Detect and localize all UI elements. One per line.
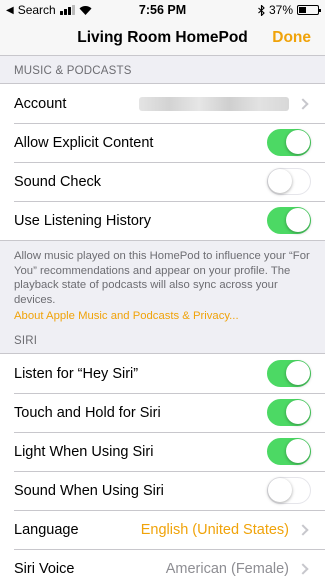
music-settings-group: Account Allow Explicit Content Sound Che…: [0, 83, 325, 241]
page-title: Living Room HomePod: [77, 28, 248, 46]
listen-for-hey-siri-toggle[interactable]: [267, 360, 311, 388]
toggle-knob: [268, 169, 292, 193]
sound-when-using-siri-toggle[interactable]: [267, 477, 311, 505]
toggle-knob: [268, 478, 292, 503]
music-footer: Allow music played on this HomePod to in…: [0, 241, 325, 323]
battery-fill: [299, 7, 306, 13]
battery-icon: [297, 5, 321, 15]
touch-and-hold-for-siri-label: Touch and Hold for Siri: [14, 404, 161, 421]
allow-explicit-content-label: Allow Explicit Content: [14, 134, 154, 151]
clock: 7:56 PM: [138, 3, 187, 17]
sound-when-using-siri-label: Sound When Using Siri: [14, 482, 164, 499]
siri-voice-row[interactable]: Siri Voice American (Female): [0, 549, 325, 578]
use-listening-history-label: Use Listening History: [14, 212, 151, 229]
use-listening-history-row: Use Listening History: [0, 201, 325, 240]
privacy-link[interactable]: About Apple Music and Podcasts & Privacy…: [14, 309, 311, 324]
language-row[interactable]: Language English (United States): [0, 510, 325, 549]
account-label: Account: [14, 95, 67, 112]
touch-and-hold-for-siri-row: Touch and Hold for Siri: [0, 393, 325, 432]
sound-when-using-siri-row: Sound When Using Siri: [0, 471, 325, 510]
account-row[interactable]: Account: [0, 84, 325, 123]
light-when-using-siri-toggle[interactable]: [267, 438, 311, 466]
section-header-siri: SIRI: [14, 335, 38, 348]
siri-settings-group: Listen for “Hey Siri” Touch and Hold for…: [0, 353, 325, 578]
allow-explicit-content-toggle[interactable]: [267, 129, 311, 156]
listen-for-hey-siri-row: Listen for “Hey Siri”: [0, 354, 325, 393]
allow-explicit-content-row: Allow Explicit Content: [0, 123, 325, 162]
siri-voice-label: Siri Voice: [14, 560, 75, 577]
done-button[interactable]: Done: [272, 29, 311, 47]
chevron-right-icon: [297, 524, 309, 536]
sound-check-label: Sound Check: [14, 173, 102, 190]
listen-for-hey-siri-label: Listen for “Hey Siri”: [14, 365, 139, 382]
status-bar: ◀ Search 7:56 PM 37%: [0, 0, 325, 20]
sound-check-toggle[interactable]: [267, 168, 311, 195]
language-label: Language: [14, 521, 79, 538]
toggle-knob: [286, 400, 310, 425]
sound-check-row: Sound Check: [0, 162, 325, 201]
toggle-knob: [286, 208, 310, 232]
siri-voice-value: American (Female): [165, 560, 289, 577]
toggle-knob: [286, 130, 310, 154]
toggle-knob: [286, 439, 310, 464]
account-value-redacted: [139, 96, 289, 111]
light-when-using-siri-label: Light When Using Siri: [14, 443, 154, 460]
light-when-using-siri-row: Light When Using Siri: [0, 432, 325, 471]
touch-and-hold-for-siri-toggle[interactable]: [267, 399, 311, 427]
chevron-right-icon: [297, 97, 309, 110]
language-value: English (United States): [140, 521, 289, 538]
use-listening-history-toggle[interactable]: [267, 207, 311, 234]
toggle-knob: [286, 361, 310, 386]
music-footer-text: Allow music played on this HomePod to in…: [14, 250, 310, 307]
section-header-music: MUSIC & PODCASTS: [14, 65, 132, 77]
chevron-right-icon: [297, 563, 309, 575]
navigation-bar: Living Room HomePod Done: [0, 20, 325, 56]
